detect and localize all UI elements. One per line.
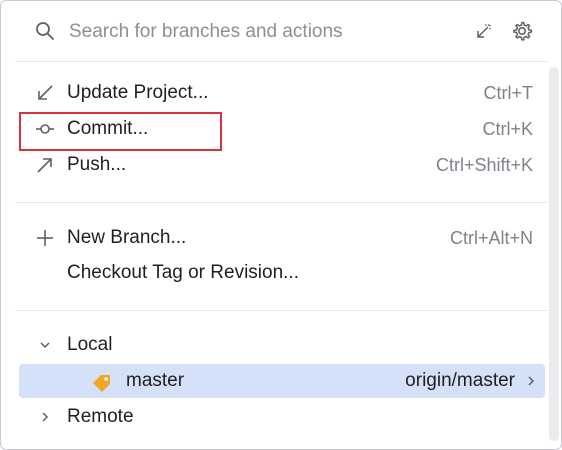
local-group-label: Local xyxy=(67,334,113,355)
search-input[interactable]: Search for branches and actions xyxy=(69,20,343,44)
chevron-right-icon[interactable] xyxy=(525,375,537,387)
push-item[interactable]: Push... Ctrl+Shift+K xyxy=(19,148,545,182)
push-shortcut: Ctrl+Shift+K xyxy=(435,155,533,175)
new-branch-shortcut: Ctrl+Alt+N xyxy=(449,228,533,248)
gear-icon[interactable] xyxy=(511,20,533,42)
checkout-tag-item[interactable]: Checkout Tag or Revision... xyxy=(19,256,545,290)
chevron-down-icon xyxy=(40,342,50,349)
update-project-item[interactable]: Update Project... Ctrl+T xyxy=(19,76,545,110)
divider xyxy=(15,61,547,62)
scrollbar[interactable] xyxy=(549,67,559,441)
divider xyxy=(15,310,547,311)
plus-icon xyxy=(37,230,53,246)
remote-group-header[interactable]: Remote xyxy=(19,400,545,434)
update-project-label: Update Project... xyxy=(67,82,209,103)
commit-icon xyxy=(36,124,54,134)
commit-shortcut: Ctrl+K xyxy=(482,119,533,139)
update-project-shortcut: Ctrl+T xyxy=(483,83,534,103)
new-branch-item[interactable]: New Branch... Ctrl+Alt+N xyxy=(19,221,545,255)
git-branches-popup: Search for branches and actions Update P… xyxy=(0,0,562,450)
branch-item-master[interactable]: master origin/master xyxy=(19,364,545,398)
commit-label: Commit... xyxy=(67,118,149,139)
branch-name: master xyxy=(126,370,185,391)
push-label: Push... xyxy=(67,154,127,175)
chevron-right-icon xyxy=(42,412,49,422)
search-icon xyxy=(36,22,54,40)
arrow-down-left-icon xyxy=(38,85,53,100)
remote-group-label: Remote xyxy=(67,406,134,427)
arrow-up-right-icon xyxy=(37,158,52,173)
collapse-icon[interactable] xyxy=(473,22,493,42)
search-bar[interactable]: Search for branches and actions xyxy=(1,1,561,63)
commit-item[interactable]: Commit... Ctrl+K xyxy=(19,112,545,146)
divider xyxy=(15,202,547,203)
checkout-tag-label: Checkout Tag or Revision... xyxy=(67,262,299,283)
new-branch-label: New Branch... xyxy=(67,227,187,248)
local-group-header[interactable]: Local xyxy=(19,328,545,362)
branch-tracking: origin/master xyxy=(405,370,515,391)
tag-icon xyxy=(93,375,110,392)
